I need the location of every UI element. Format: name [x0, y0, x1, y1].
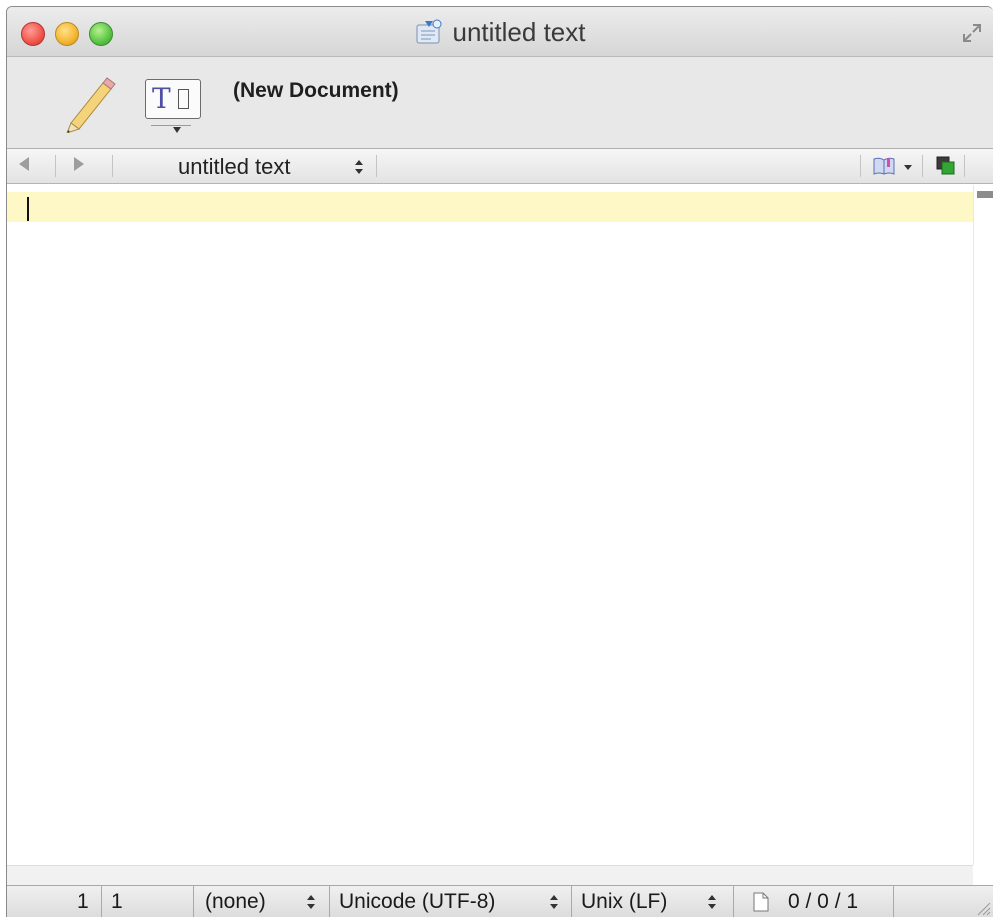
counterpart-icon[interactable] — [936, 156, 956, 176]
horizontal-scroll-strip[interactable] — [7, 865, 973, 885]
toolbar: T (New Document) — [7, 57, 993, 149]
line-endings-stepper-icon[interactable] — [707, 893, 717, 911]
document-proxy-icon[interactable] — [415, 19, 443, 45]
nav-divider — [55, 155, 56, 177]
status-divider — [193, 886, 194, 917]
text-editor-area[interactable] — [7, 185, 973, 865]
language-stepper-icon[interactable] — [306, 893, 316, 911]
nav-divider — [112, 155, 113, 177]
notes-icon[interactable] — [873, 156, 895, 176]
status-divider — [101, 886, 102, 917]
scrollbar-thumb[interactable] — [977, 191, 993, 198]
nav-divider — [964, 155, 965, 177]
nav-divider — [922, 155, 923, 177]
navigation-bar: untitled text — [7, 149, 993, 184]
text-caret — [27, 197, 29, 221]
document-stats[interactable]: 0 / 0 / 1 — [788, 890, 858, 914]
status-divider — [571, 886, 572, 917]
window-title: untitled text — [452, 17, 586, 47]
nav-divider — [376, 155, 377, 177]
text-style-cursor-icon — [178, 89, 189, 109]
editor-window: untitled text T (New Document) untitled … — [6, 6, 993, 917]
document-label: (New Document) — [233, 79, 399, 102]
column-number[interactable]: 1 — [111, 890, 123, 914]
forward-arrow-icon[interactable] — [74, 157, 84, 171]
fullscreen-icon[interactable] — [961, 22, 983, 44]
encoding-stepper-icon[interactable] — [549, 893, 559, 911]
document-popup[interactable]: untitled text — [178, 154, 291, 180]
current-line-highlight — [7, 192, 973, 222]
pencil-icon[interactable] — [57, 73, 117, 133]
title-bar[interactable]: untitled text — [7, 7, 993, 57]
window-title-group: untitled text — [7, 17, 993, 48]
popup-stepper-icon[interactable] — [354, 158, 364, 176]
vertical-scrollbar[interactable] — [973, 185, 993, 865]
encoding-popup[interactable]: Unicode (UTF-8) — [339, 890, 495, 914]
nav-divider — [860, 155, 861, 177]
language-popup[interactable]: (none) — [205, 890, 266, 914]
text-style-menu-arrow-icon[interactable] — [173, 127, 181, 133]
text-style-icon: T — [152, 82, 171, 115]
document-stats-icon — [753, 892, 769, 912]
resize-grip-icon[interactable] — [975, 900, 991, 916]
text-style-button[interactable]: T — [145, 79, 201, 119]
text-style-divider — [151, 125, 191, 126]
status-divider — [893, 886, 894, 917]
line-endings-popup[interactable]: Unix (LF) — [581, 890, 667, 914]
status-bar: 1 1 (none) Unicode (UTF-8) Unix (LF) 0 /… — [7, 885, 993, 917]
line-number[interactable]: 1 — [77, 890, 89, 914]
back-arrow-icon[interactable] — [19, 157, 29, 171]
status-divider — [329, 886, 330, 917]
status-divider — [733, 886, 734, 917]
notes-menu-arrow-icon[interactable] — [904, 165, 912, 170]
